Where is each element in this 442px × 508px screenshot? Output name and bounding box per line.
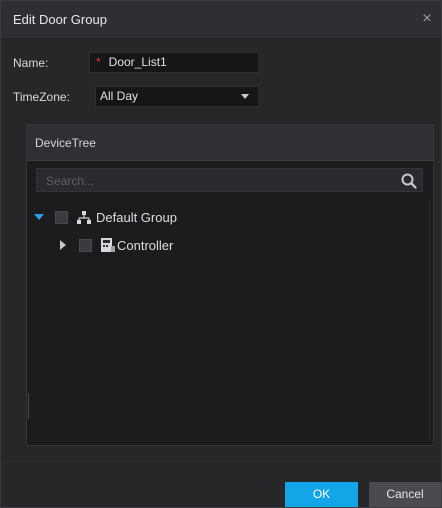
device-tree-title: DeviceTree — [35, 136, 96, 150]
timezone-label: TimeZone: — [13, 90, 70, 104]
tree-node-controller[interactable]: Controller — [56, 235, 173, 255]
chevron-down-icon — [241, 94, 249, 99]
dialog-title: Edit Door Group — [13, 12, 107, 27]
timezone-select[interactable]: All Day — [95, 86, 259, 107]
search-input[interactable]: Search... — [36, 168, 423, 192]
tree-node-label: Controller — [117, 237, 174, 253]
dialog-titlebar: Edit Door Group × — [1, 1, 441, 39]
name-value: Door_List1 — [108, 55, 167, 69]
checkbox[interactable] — [55, 210, 68, 224]
ok-button[interactable]: OK — [285, 482, 358, 507]
scrollbar-track[interactable] — [429, 200, 430, 440]
footer-divider — [1, 461, 441, 462]
close-icon[interactable]: × — [417, 9, 437, 29]
search-icon[interactable] — [400, 172, 418, 190]
name-label: Name: — [13, 56, 49, 70]
expand-arrow-icon[interactable] — [56, 238, 70, 252]
device-tree-header: DeviceTree — [27, 125, 433, 161]
cancel-button[interactable]: Cancel — [369, 482, 441, 507]
required-marker: * — [96, 55, 101, 69]
tree-node-default-group[interactable]: Default Group — [32, 207, 177, 227]
edit-door-group-dialog: Edit Door Group × Name: * Door_List1 Time… — [0, 0, 442, 508]
timezone-value: All Day — [100, 89, 139, 103]
device-tree-panel: DeviceTree Search... Default Group Contr… — [26, 124, 434, 446]
group-icon — [77, 211, 91, 224]
search-placeholder: Search... — [46, 174, 95, 188]
controller-icon — [101, 238, 115, 252]
divider — [28, 393, 29, 419]
checkbox[interactable] — [79, 238, 92, 252]
tree-node-label: Default Group — [96, 209, 177, 225]
expand-arrow-icon[interactable] — [32, 210, 46, 224]
name-input[interactable]: * Door_List1 — [89, 52, 259, 73]
